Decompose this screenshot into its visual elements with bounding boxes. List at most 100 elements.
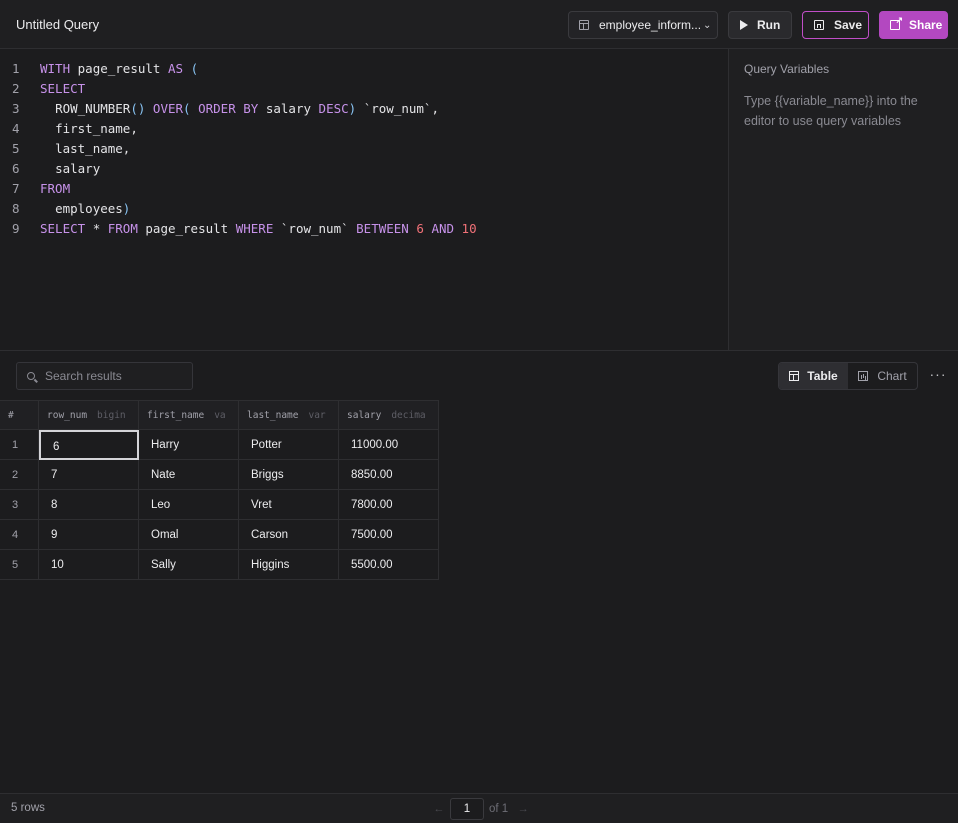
row-index: 4 bbox=[0, 520, 39, 550]
table-cell[interactable]: Nate bbox=[139, 460, 239, 490]
search-input[interactable] bbox=[45, 369, 185, 383]
column-name: row_num bbox=[47, 410, 88, 421]
table-cell[interactable]: 7 bbox=[39, 460, 139, 490]
query-header: Untitled Query employee_inform... ⌄ Run … bbox=[0, 0, 958, 49]
database-select[interactable]: employee_inform... ⌄ bbox=[568, 11, 718, 39]
table-cell[interactable]: 11000.00 bbox=[339, 430, 439, 460]
table-cell[interactable]: 7500.00 bbox=[339, 520, 439, 550]
column-type: va bbox=[214, 410, 226, 421]
table-cell[interactable]: 5500.00 bbox=[339, 550, 439, 580]
page-input[interactable]: 1 bbox=[450, 798, 484, 820]
view-chart-label: Chart bbox=[877, 369, 907, 383]
table-cell[interactable]: 9 bbox=[39, 520, 139, 550]
view-toggle: Table Chart bbox=[778, 362, 918, 390]
results-footer: 5 rows ← 1 of 1 → bbox=[0, 793, 958, 823]
results-toolbar: Table Chart ··· bbox=[0, 350, 958, 400]
column-name: first_name bbox=[147, 410, 205, 421]
code-text: employees) bbox=[55, 201, 131, 216]
line-number: 1 bbox=[12, 61, 20, 76]
search-box[interactable] bbox=[16, 362, 193, 390]
table-icon bbox=[789, 371, 800, 381]
row-index: 3 bbox=[0, 490, 39, 520]
line-number: 5 bbox=[12, 141, 20, 156]
view-table-button[interactable]: Table bbox=[779, 363, 848, 389]
column-header[interactable]: first_name va bbox=[139, 401, 239, 430]
line-number: 3 bbox=[12, 101, 20, 116]
save-button[interactable]: Save bbox=[802, 11, 869, 39]
line-number: 8 bbox=[12, 201, 20, 216]
database-label: employee_inform... bbox=[599, 18, 701, 32]
table-cell[interactable]: Carson bbox=[239, 520, 339, 550]
column-header[interactable]: last_name var bbox=[239, 401, 339, 430]
code-text: last_name, bbox=[55, 141, 131, 156]
run-button[interactable]: Run bbox=[728, 11, 792, 39]
line-number: 9 bbox=[12, 221, 20, 236]
row-count: 5 rows bbox=[11, 802, 45, 814]
line-number: 2 bbox=[12, 81, 20, 96]
code-text: first_name, bbox=[55, 121, 138, 136]
chart-icon bbox=[858, 371, 869, 381]
column-name: last_name bbox=[247, 410, 299, 421]
more-options-icon[interactable]: ··· bbox=[929, 364, 947, 384]
share-button[interactable]: Share bbox=[879, 11, 948, 39]
column-type: bigin bbox=[97, 410, 126, 421]
line-number: 7 bbox=[12, 181, 20, 196]
code-text: ROW_NUMBER() OVER( ORDER BY salary DESC)… bbox=[55, 101, 439, 116]
table-cell[interactable]: Vret bbox=[239, 490, 339, 520]
table-row: 4 9 Omal Carson 7500.00 bbox=[0, 520, 439, 550]
table-row: 2 7 Nate Briggs 8850.00 bbox=[0, 460, 439, 490]
table-cell[interactable]: Omal bbox=[139, 520, 239, 550]
table-cell[interactable]: Leo bbox=[139, 490, 239, 520]
search-icon bbox=[27, 372, 35, 380]
table-cell[interactable]: Briggs bbox=[239, 460, 339, 490]
column-type: var bbox=[308, 410, 326, 421]
row-index: 2 bbox=[0, 460, 39, 490]
table-cell[interactable]: 8850.00 bbox=[339, 460, 439, 490]
table-header: # row_num bigin first_name va last_name var sal… bbox=[0, 400, 439, 430]
table-cell[interactable]: 10 bbox=[39, 550, 139, 580]
table-cell[interactable]: 8 bbox=[39, 490, 139, 520]
table-cell[interactable]: Potter bbox=[239, 430, 339, 460]
query-title[interactable]: Untitled Query bbox=[16, 17, 99, 32]
code-text: SELECT * FROM page_result WHERE `row_num… bbox=[40, 221, 477, 236]
run-label: Run bbox=[757, 18, 781, 32]
column-name: salary bbox=[347, 410, 382, 421]
share-label: Share bbox=[909, 18, 943, 32]
previous-page-icon[interactable]: ← bbox=[428, 803, 450, 815]
page-total: of 1 bbox=[489, 803, 509, 815]
table-cell[interactable]: Higgins bbox=[239, 550, 339, 580]
save-label: Save bbox=[834, 18, 863, 32]
pagination: ← 1 of 1 → bbox=[428, 798, 534, 820]
table-icon bbox=[579, 20, 589, 30]
column-name: # bbox=[8, 410, 14, 421]
table-row: 5 10 Sally Higgins 5500.00 bbox=[0, 550, 439, 580]
column-header[interactable]: salary decima bbox=[339, 401, 439, 430]
code-text: salary bbox=[55, 161, 101, 176]
view-chart-button[interactable]: Chart bbox=[848, 363, 917, 389]
table-row: 1 6 Harry Potter 11000.00 bbox=[0, 430, 439, 460]
table-cell[interactable]: 7800.00 bbox=[339, 490, 439, 520]
column-header[interactable]: # bbox=[0, 401, 39, 430]
play-icon bbox=[740, 20, 748, 30]
query-variables-panel: Query Variables Type {{variable_name}} i… bbox=[729, 49, 958, 350]
external-link-icon bbox=[890, 15, 903, 30]
save-icon bbox=[814, 20, 824, 30]
row-index: 5 bbox=[0, 550, 39, 580]
sql-editor[interactable]: 1 WITH page_result AS ( 2 SELECT 3 ROW_NUMBE… bbox=[0, 49, 729, 350]
view-table-label: Table bbox=[807, 369, 838, 383]
chevron-down-icon: ⌄ bbox=[703, 19, 712, 31]
line-number: 6 bbox=[12, 161, 20, 176]
table-cell[interactable]: Harry bbox=[139, 430, 239, 460]
code-text: WITH page_result AS ( bbox=[40, 61, 199, 76]
column-type: decima bbox=[391, 410, 426, 421]
code-text: FROM bbox=[40, 181, 71, 196]
next-page-icon[interactable]: → bbox=[512, 803, 534, 815]
query-variables-help: Type {{variable_name}} into the editor t… bbox=[744, 94, 918, 128]
column-header[interactable]: row_num bigin bbox=[39, 401, 139, 430]
table-cell[interactable]: Sally bbox=[139, 550, 239, 580]
table-row: 3 8 Leo Vret 7800.00 bbox=[0, 490, 439, 520]
query-variables-title: Query Variables bbox=[744, 62, 830, 76]
row-index: 1 bbox=[0, 430, 39, 460]
table-cell[interactable]: 6 bbox=[39, 430, 139, 460]
code-text: SELECT bbox=[40, 81, 86, 96]
